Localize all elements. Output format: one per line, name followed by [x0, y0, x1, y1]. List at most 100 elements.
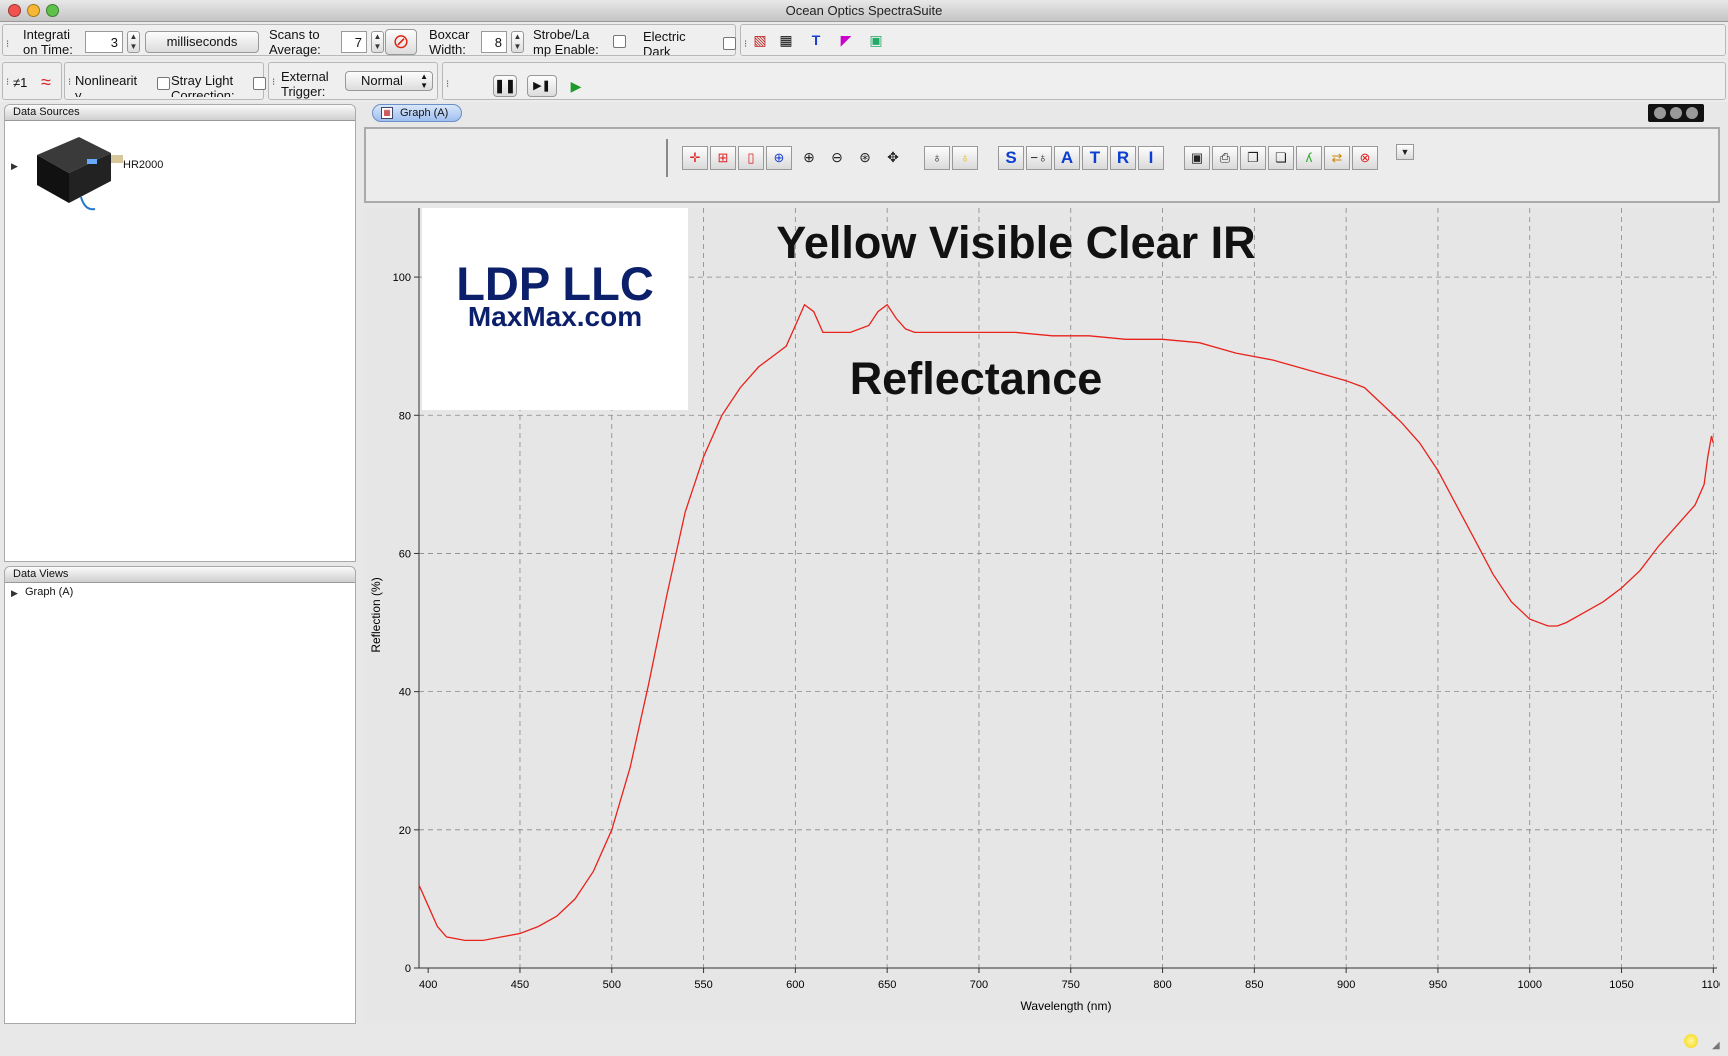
- channel-group: ⁝ ≠1 ≈: [2, 62, 62, 100]
- delete-overlay-icon[interactable]: ⊗: [1352, 146, 1378, 170]
- x-tick-label: 750: [1062, 979, 1080, 991]
- x-tick-label: 1100: [1702, 979, 1721, 991]
- x-tick-label: 450: [511, 979, 529, 991]
- data-sources-panel: Data Sources ▶ HR2000: [4, 104, 356, 562]
- table-view-icon[interactable]: ▦: [775, 29, 797, 51]
- graph-toolbar: ✛ ⊞ ▯ ⊕ ⊕ ⊖ ⊛ ✥ ♁ ♁ S −♁ A T R I ▣ ⎙ ❐ ❏…: [364, 127, 1720, 203]
- toolbar-grip[interactable]: ⁝: [744, 39, 747, 50]
- zoom-out-icon[interactable]: ⊖: [824, 146, 850, 170]
- data-view-item[interactable]: Graph (A): [25, 586, 73, 598]
- transmission-mode-button[interactable]: T: [1082, 146, 1108, 170]
- copy-icon[interactable]: ❐: [1240, 146, 1266, 170]
- units-select[interactable]: milliseconds: [145, 31, 259, 53]
- copy-graph-icon[interactable]: ❏: [1268, 146, 1294, 170]
- acquisition-group: ⁝ Integrati on Time: 3 ▲ ▼ milliseconds S…: [2, 24, 736, 57]
- x-tick-label: 850: [1245, 979, 1263, 991]
- zoom-reset-icon[interactable]: ⊛: [852, 146, 878, 170]
- overlay-spectrum-icon[interactable]: ʎ: [1296, 146, 1322, 170]
- scans-to-average-stepper[interactable]: ▲ ▼: [371, 31, 384, 53]
- boxcar-width-label: Boxcar Width:: [429, 27, 470, 57]
- resize-grip-icon[interactable]: ◢: [1712, 1040, 1720, 1051]
- toolbar-grip[interactable]: ⁝: [446, 79, 449, 90]
- absorbance-mode-button[interactable]: A: [1054, 146, 1080, 170]
- status-indicator-icon: [1684, 1034, 1698, 1048]
- panel-button-icon[interactable]: [1654, 107, 1666, 119]
- trigger-group: ⁝ External Trigger: Normal ▲ ▼: [268, 62, 438, 100]
- x-axis-label: Wavelength (nm): [1021, 999, 1112, 1013]
- data-sources-header: Data Sources: [5, 105, 355, 121]
- stray-light-label: Stray Light Correction:: [171, 73, 235, 97]
- overlay-subheading: Reflectance: [850, 353, 1103, 404]
- device-label[interactable]: HR2000: [123, 159, 163, 171]
- data-views-panel: Data Views ▶ Graph (A): [4, 566, 356, 1024]
- reflection-mode-button[interactable]: R: [1110, 146, 1136, 170]
- zoom-vertical-icon[interactable]: ▯: [738, 146, 764, 170]
- irradiance-mode-button[interactable]: I: [1138, 146, 1164, 170]
- zoom-box-icon[interactable]: ⊞: [710, 146, 736, 170]
- expand-arrow-icon[interactable]: ▶: [11, 161, 18, 172]
- window-title: Ocean Optics SpectraSuite: [785, 3, 943, 18]
- stray-light-checkbox[interactable]: [253, 77, 266, 90]
- panel-button-icon[interactable]: [1686, 107, 1698, 119]
- toolbar-grip[interactable]: ⁝: [6, 77, 9, 88]
- print-icon[interactable]: ⎙: [1212, 146, 1238, 170]
- expand-arrow-icon[interactable]: ▶: [11, 588, 18, 599]
- toolbar-grip[interactable]: ⁝: [6, 39, 9, 50]
- lamp-on-icon[interactable]: ♁: [952, 146, 978, 170]
- boxcar-width-input[interactable]: 8: [481, 31, 507, 53]
- nonlinearity-checkbox[interactable]: [157, 77, 170, 90]
- integration-time-stepper[interactable]: ▲ ▼: [127, 31, 140, 53]
- electric-dark-label: Electric Dark: [643, 29, 686, 55]
- trigger-mode-select[interactable]: Normal ▲ ▼: [345, 71, 433, 91]
- electric-dark-checkbox[interactable]: [723, 37, 736, 50]
- y-tick-label: 0: [405, 963, 411, 975]
- graph-tab-icon: ▦: [381, 107, 393, 119]
- spectrum-graph-icon[interactable]: ▧: [749, 29, 771, 51]
- integration-time-input[interactable]: 3: [85, 31, 123, 53]
- title-bar: Ocean Optics SpectraSuite: [0, 0, 1728, 22]
- lamp-off-icon[interactable]: ♁: [924, 146, 950, 170]
- boxcar-width-stepper[interactable]: ▲ ▼: [511, 31, 524, 53]
- panel-button-icon[interactable]: [1670, 107, 1682, 119]
- wave-icon[interactable]: ≈: [35, 71, 57, 93]
- x-tick-label: 1000: [1517, 979, 1541, 991]
- y-tick-label: 40: [399, 687, 411, 699]
- nonlinearity-label: Nonlinearit y: [75, 73, 138, 97]
- x-tick-label: 650: [878, 979, 896, 991]
- acquisition-control-group: ⁝ ❚❚ ▶❚ ▶: [442, 62, 1726, 100]
- text-tool-icon[interactable]: T: [805, 29, 827, 51]
- play-icon[interactable]: ▶: [565, 75, 587, 97]
- store-dark-icon[interactable]: −♁: [1026, 146, 1052, 170]
- trigger-mode-value: Normal: [361, 73, 403, 88]
- save-icon[interactable]: ▣: [1184, 146, 1210, 170]
- x-tick-label: 800: [1153, 979, 1171, 991]
- toolbar-grip[interactable]: ⁝: [272, 77, 275, 88]
- stop-icon[interactable]: ⊘: [385, 29, 417, 55]
- panel-controls: [1648, 104, 1704, 122]
- x-tick-label: 600: [786, 979, 804, 991]
- scope-mode-button[interactable]: S: [998, 146, 1024, 170]
- corrections-toolbar: ⁝ ≠1 ≈ ⁝ Nonlinearit y Stray Light Corre…: [0, 60, 1728, 102]
- channel-label: ≠1: [13, 75, 28, 90]
- strobe-lamp-label: Strobe/La mp Enable:: [533, 27, 599, 57]
- graph-tab-label: Graph (A): [400, 107, 449, 119]
- scans-to-average-input[interactable]: 7: [341, 31, 367, 53]
- dropdown-icon[interactable]: ▼: [1396, 144, 1414, 160]
- toolbar-grip[interactable]: ⁝: [68, 77, 71, 88]
- x-tick-label: 950: [1429, 979, 1447, 991]
- convert-icon[interactable]: ⇄: [1324, 146, 1350, 170]
- zoom-fit-icon[interactable]: ⊕: [766, 146, 792, 170]
- image-view-icon[interactable]: ▣: [865, 29, 887, 51]
- zoom-in-icon[interactable]: ⊕: [796, 146, 822, 170]
- step-icon[interactable]: ▶❚: [527, 75, 557, 97]
- pan-icon[interactable]: ✥: [880, 146, 906, 170]
- pause-icon[interactable]: ❚❚: [493, 75, 517, 97]
- integration-time-label: Integrati on Time:: [23, 27, 73, 57]
- color-chart-icon[interactable]: ◤: [835, 29, 857, 51]
- tab-graph-a[interactable]: ▦ Graph (A): [372, 104, 462, 122]
- strobe-lamp-checkbox[interactable]: [613, 35, 626, 48]
- spectrometer-device-icon[interactable]: [29, 125, 125, 215]
- x-tick-label: 1050: [1609, 979, 1633, 991]
- crosshair-icon[interactable]: ✛: [682, 146, 708, 170]
- x-tick-label: 900: [1337, 979, 1355, 991]
